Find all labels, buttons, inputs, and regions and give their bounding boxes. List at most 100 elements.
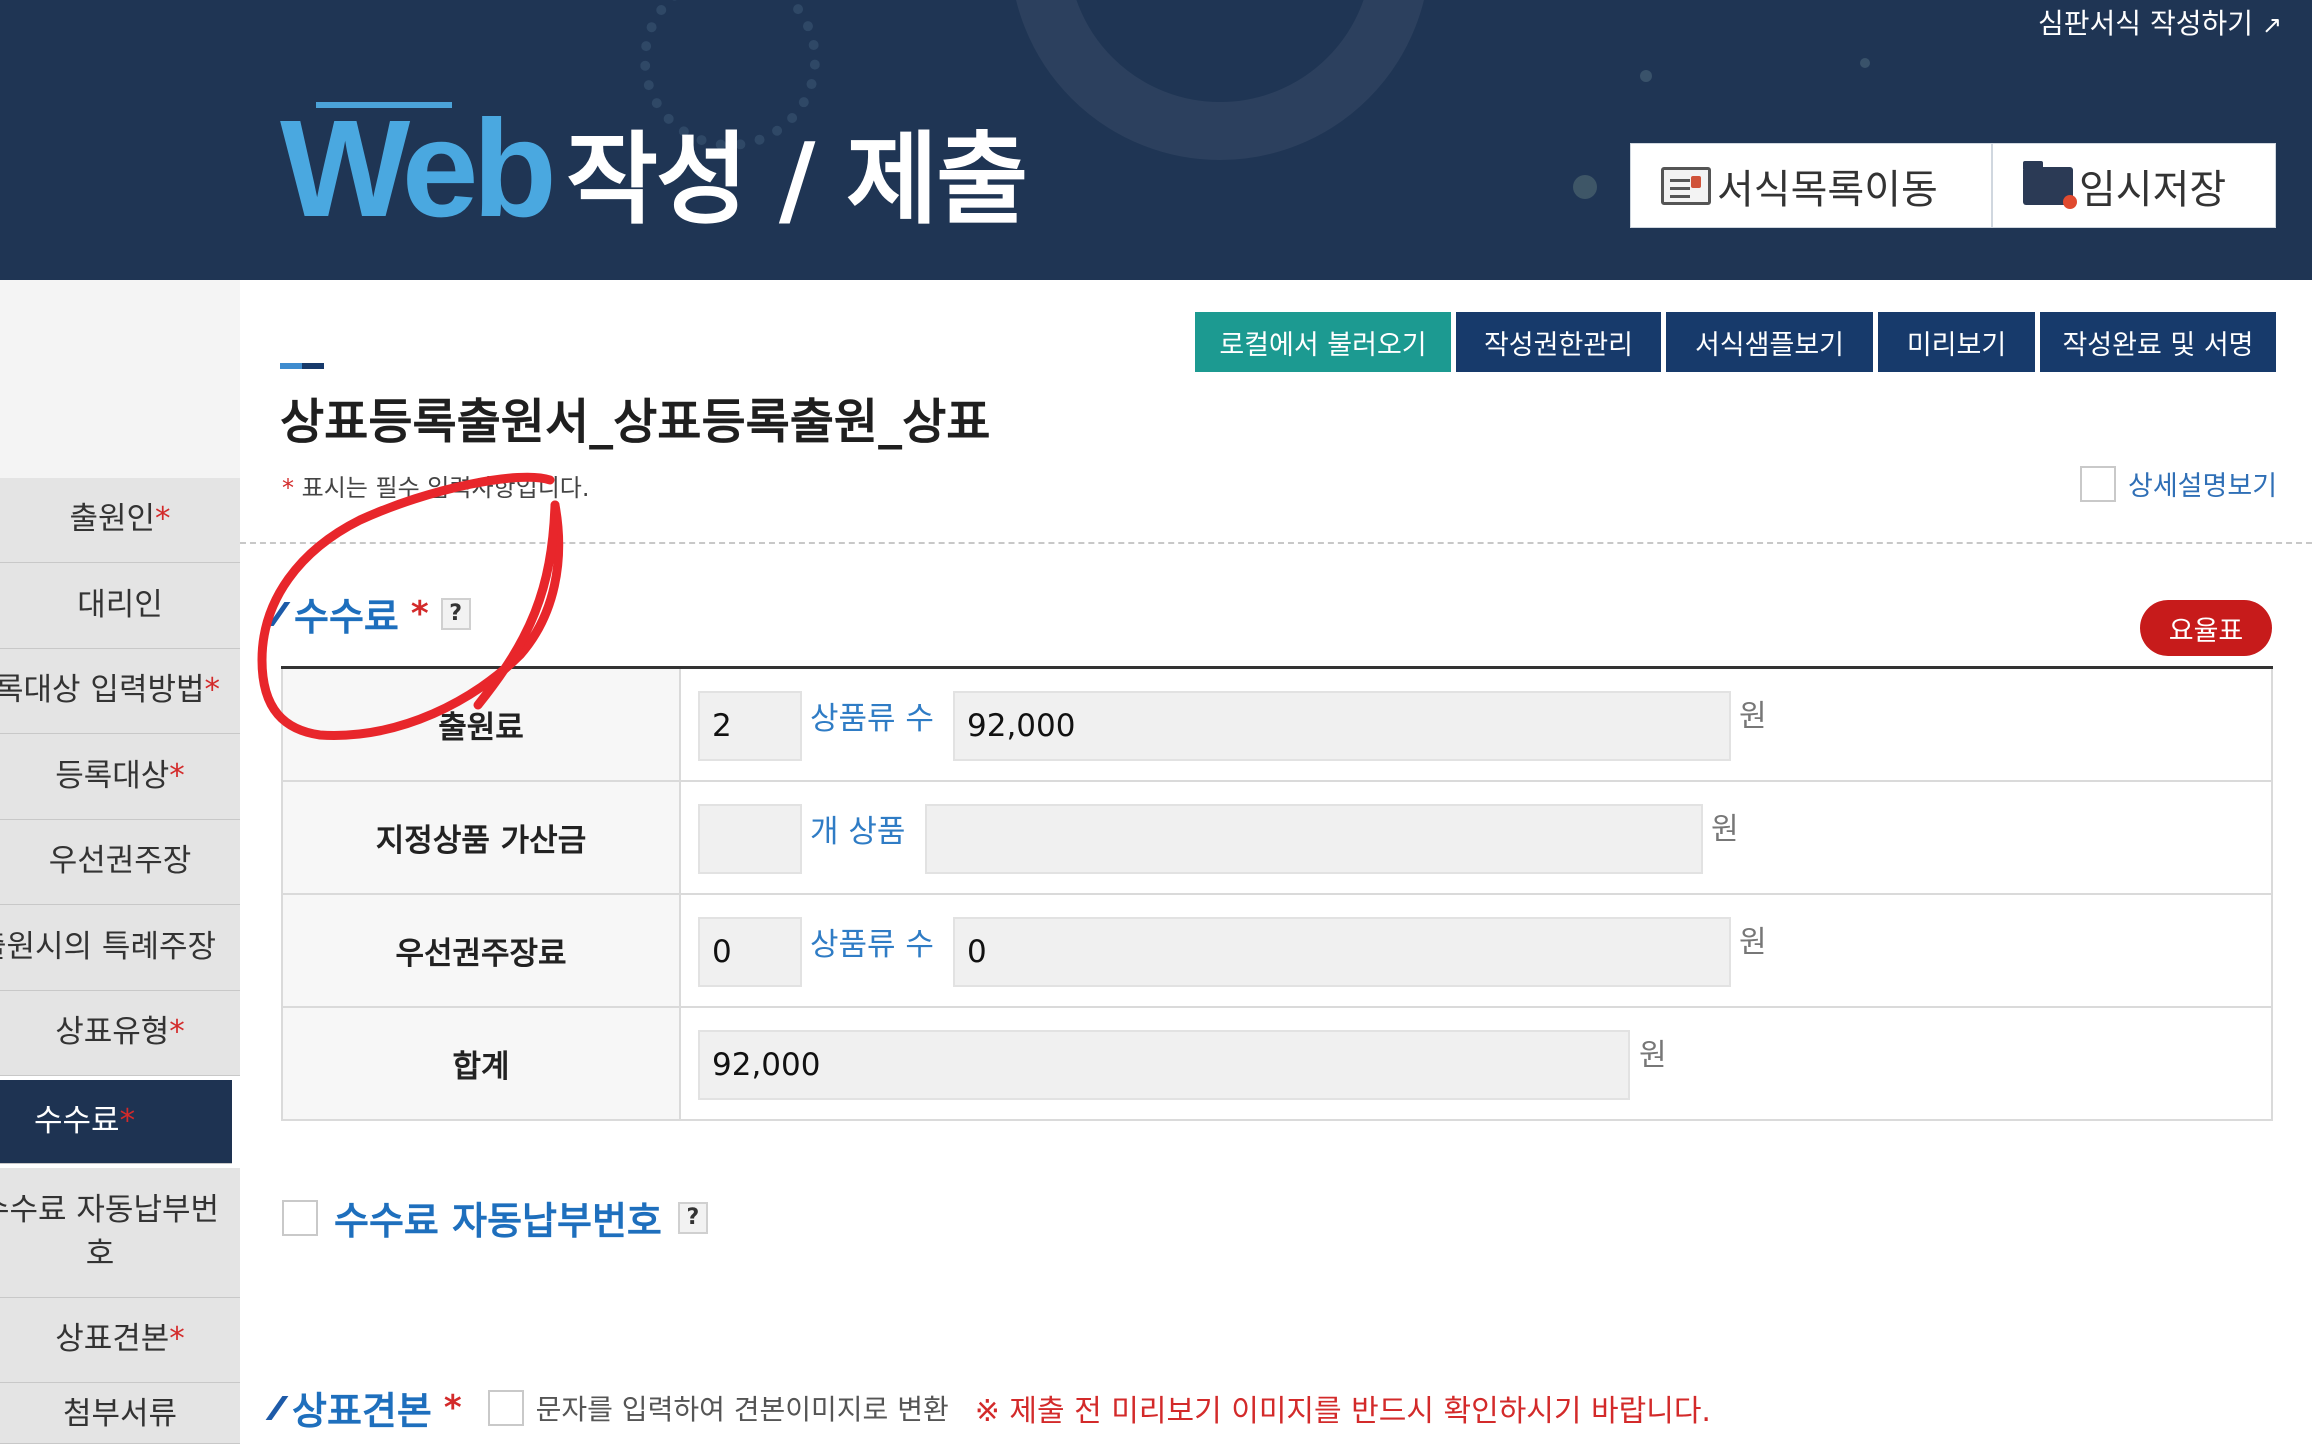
divider <box>240 542 2312 544</box>
sidebar: 출원인* 대리인 등록대상 입력방법* 등록대상* 우선권주장 출원시의 특례주… <box>0 280 240 1444</box>
sidebar-item-label: 출원시의 특례주장 <box>0 928 216 965</box>
pen-icon <box>267 601 291 626</box>
sidebar-item-trademark-type[interactable]: 상표유형 * <box>0 991 240 1076</box>
title-submit: 작성 / 제출 <box>566 121 1028 238</box>
won-unit: 원 <box>1711 812 1739 847</box>
sidebar-item-priority[interactable]: 우선권주장 <box>0 820 240 905</box>
title-accent-bar <box>280 363 324 369</box>
appeal-form-link[interactable]: 심판서식 작성하기 ↗ <box>2038 2 2282 42</box>
brand-sample-section: 상표견본 * 문자를 입력하여 견본이미지로 변환 ※ 제출 전 미리보기 이미… <box>265 1380 1711 1435</box>
sidebar-item-label: 등록대상 <box>55 757 170 794</box>
priority-count-input[interactable]: 0 <box>698 917 802 987</box>
priority-fee-amount: 0 <box>953 917 1731 987</box>
sidebar-item-special-claim[interactable]: 출원시의 특례주장 <box>0 905 240 991</box>
sidebar-item-registration-target[interactable]: 등록대상 * <box>0 734 240 820</box>
arrow-icon: ↗ <box>2261 11 2282 39</box>
auto-pay-checkbox[interactable] <box>282 1199 318 1236</box>
fee-section-label: 수수료 <box>294 595 399 639</box>
priority-count-unit: 상품류 수 <box>810 927 934 963</box>
sidebar-item-agent[interactable]: 대리인 <box>0 563 240 649</box>
sidebar-item-auto-pay[interactable]: 수수료 자동납부번호 <box>0 1168 240 1298</box>
total-amount: 92,000 <box>698 1030 1630 1100</box>
designated-fee-label: 지정상품 가산금 <box>283 782 681 893</box>
complete-sign-button[interactable]: 작성완료 및 서명 <box>2040 312 2276 372</box>
sidebar-item-label: 출원인 <box>69 501 156 538</box>
detail-view-checkbox[interactable] <box>2080 465 2116 502</box>
auto-pay-section: 수수료 자동납부번호 ? <box>282 1190 708 1245</box>
required-mark: * <box>410 593 429 634</box>
temp-save-label: 임시저장 <box>2079 166 2227 213</box>
won-unit: 원 <box>1739 699 1767 734</box>
sidebar-item-label: 상표유형 <box>55 1014 170 1051</box>
required-mark: * <box>169 757 185 794</box>
designated-fee-amount <box>925 804 1703 874</box>
decorative-dot <box>1573 175 1597 199</box>
designated-count-unit: 개 상품 <box>810 814 906 850</box>
required-mark: * <box>169 1014 185 1051</box>
auto-pay-label: 수수료 자동납부번호 <box>334 1199 662 1243</box>
help-icon[interactable]: ? <box>677 1201 708 1234</box>
fee-section-title: 수수료 * ? <box>267 586 471 641</box>
sidebar-item-label: 수수료 <box>34 1102 120 1139</box>
sidebar-item-brand-sample[interactable]: 상표견본 * <box>0 1298 240 1383</box>
required-mark: * <box>282 474 294 502</box>
sidebar-item-input-method[interactable]: 등록대상 입력방법* <box>0 649 240 734</box>
required-note: * 표시는 필수 입력사항입니다. <box>282 468 590 503</box>
detail-view-toggle[interactable]: 상세설명보기 <box>2080 464 2277 503</box>
priority-fee-label: 우선권주장료 <box>283 895 681 1006</box>
sidebar-item-applicant[interactable]: 출원인 * <box>0 478 240 563</box>
table-row: 합계 92,000 원 <box>281 1008 2273 1121</box>
preview-button[interactable]: 미리보기 <box>1878 312 2035 372</box>
sidebar-item-label: 첨부서류 <box>62 1396 178 1432</box>
rate-table-button[interactable]: 요율표 <box>2140 600 2272 656</box>
class-count-input[interactable]: 2 <box>698 691 802 761</box>
page-title: 상표등록출원서_상표등록출원_상표 <box>280 394 991 450</box>
designated-count-input[interactable] <box>698 804 802 874</box>
sidebar-item-label: 등록대상 입력방법 <box>0 672 205 709</box>
fee-table: 출원료 2 상품류 수 92,000 원 지정상품 가산금 개 상품 원 우선권… <box>281 666 2273 1121</box>
required-mark: * <box>169 1321 185 1358</box>
sidebar-top-area <box>0 280 240 478</box>
convert-checkbox[interactable] <box>487 1389 524 1426</box>
preview-warning: ※ 제출 전 미리보기 이미지를 반드시 확인하시기 바랍니다. <box>974 1393 1711 1429</box>
required-mark: * <box>443 1387 462 1428</box>
form-list-label: 서식목록이동 <box>1717 166 1938 213</box>
pen-icon <box>265 1395 289 1420</box>
won-unit: 원 <box>1639 1038 1667 1073</box>
required-mark: * <box>119 1102 136 1139</box>
class-count-unit: 상품류 수 <box>810 701 934 737</box>
convert-label: 문자를 입력하여 견본이미지로 변환 <box>535 1392 949 1426</box>
total-label: 합계 <box>283 1008 681 1119</box>
load-local-button[interactable]: 로컬에서 불러오기 <box>1195 312 1451 372</box>
form-list-icon <box>1661 166 1711 205</box>
sidebar-item-label: 우선권주장 <box>48 843 192 880</box>
folder-icon <box>2023 160 2077 209</box>
table-row: 지정상품 가산금 개 상품 원 <box>281 782 2273 895</box>
sample-button[interactable]: 서식샘플보기 <box>1666 312 1873 372</box>
sidebar-item-label: 상표견본 <box>55 1321 170 1358</box>
filing-fee-amount: 92,000 <box>953 691 1731 761</box>
temp-save-button[interactable]: 임시저장 <box>1992 143 2276 228</box>
table-row: 출원료 2 상품류 수 92,000 원 <box>281 669 2273 782</box>
header-banner: Web 작성 / 제출 심판서식 작성하기 ↗ 서식목록이동 임시저장 <box>0 0 2312 280</box>
sidebar-item-label: 대리인 <box>77 586 163 623</box>
won-unit: 원 <box>1739 925 1767 960</box>
title-web: Web <box>280 92 557 246</box>
filing-fee-label: 출원료 <box>283 669 681 780</box>
decorative-dot <box>1860 58 1870 68</box>
form-list-button[interactable]: 서식목록이동 <box>1630 143 1992 228</box>
decorative-ring <box>1010 0 1430 160</box>
help-icon[interactable]: ? <box>440 597 471 630</box>
detail-view-label: 상세설명보기 <box>2128 471 2278 502</box>
sidebar-item-fee[interactable]: 수수료 * <box>0 1080 232 1164</box>
table-row: 우선권주장료 0 상품류 수 0 원 <box>281 895 2273 1008</box>
required-note-text: 표시는 필수 입력사항입니다. <box>301 474 590 502</box>
sidebar-item-attachments[interactable]: 첨부서류 <box>0 1383 240 1444</box>
appeal-form-link-label: 심판서식 작성하기 <box>2038 7 2253 40</box>
permission-button[interactable]: 작성권한관리 <box>1456 312 1661 372</box>
decorative-dot <box>1640 70 1652 82</box>
brand-sample-label: 상표견본 <box>292 1389 432 1433</box>
required-mark: * <box>204 672 221 709</box>
required-mark: * <box>155 501 171 538</box>
sidebar-item-label: 수수료 자동납부번호 <box>0 1192 219 1272</box>
